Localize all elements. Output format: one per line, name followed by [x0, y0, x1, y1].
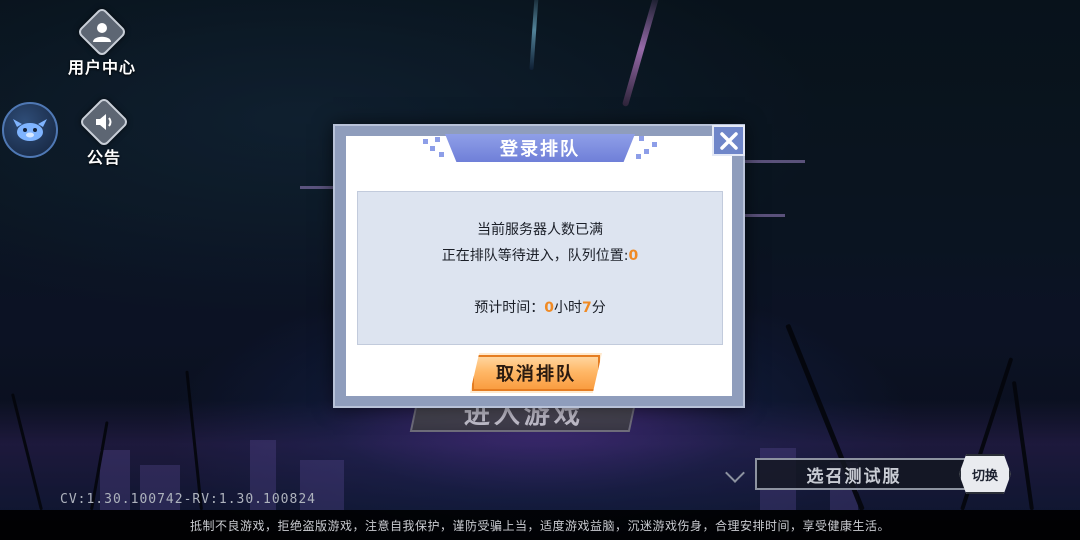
mascot-avatar-button[interactable] — [2, 102, 58, 158]
switch-server-button[interactable]: 切换 — [959, 454, 1011, 494]
mascot-icon — [13, 119, 47, 141]
queue-info-box: 当前服务器人数已满 正在排队等待进入，队列位置:0 预计时间：0小时7分 — [357, 191, 723, 345]
health-notice-footer: 抵制不良游戏，拒绝盗版游戏，注意自我保护，谨防受骗上当，适度游戏益脑，沉迷游戏伤… — [0, 510, 1080, 540]
version-text: CV:1.30.100742-RV:1.30.100824 — [60, 492, 316, 507]
cancel-queue-label: 取消排队 — [496, 364, 576, 385]
notice-button[interactable]: 公告 — [78, 96, 130, 168]
speaker-icon — [78, 96, 130, 148]
user-center-button[interactable]: 用户中心 — [68, 6, 137, 78]
estimated-minutes-value: 7 — [582, 300, 592, 316]
estimated-time-line: 预计时间：0小时7分 — [474, 297, 606, 317]
close-icon — [719, 131, 738, 150]
switch-button-label: 切换 — [971, 468, 998, 484]
dialog-title-tab: 登录排队 — [423, 134, 657, 162]
queue-position-value: 0 — [628, 248, 639, 264]
estimated-hours-unit: 小时 — [554, 300, 582, 316]
user-icon — [76, 6, 128, 58]
cancel-queue-button[interactable]: 取消排队 — [470, 353, 602, 393]
estimated-hours-value: 0 — [544, 300, 554, 316]
estimated-minutes-unit: 分 — [591, 300, 606, 316]
estimated-time-prefix: 预计时间： — [474, 300, 545, 316]
dialog-title: 登录排队 — [500, 139, 580, 160]
user-center-label: 用户中心 — [68, 58, 137, 77]
server-full-message: 当前服务器人数已满 — [477, 222, 603, 238]
close-button[interactable] — [712, 125, 745, 156]
queue-position-prefix: 正在排队等待进入，队列位置: — [441, 248, 629, 264]
notice-label: 公告 — [86, 148, 121, 167]
server-selector[interactable]: 选召测试服 切换 — [755, 454, 1011, 494]
queue-position-line: 正在排队等待进入，队列位置:0 — [442, 245, 638, 265]
